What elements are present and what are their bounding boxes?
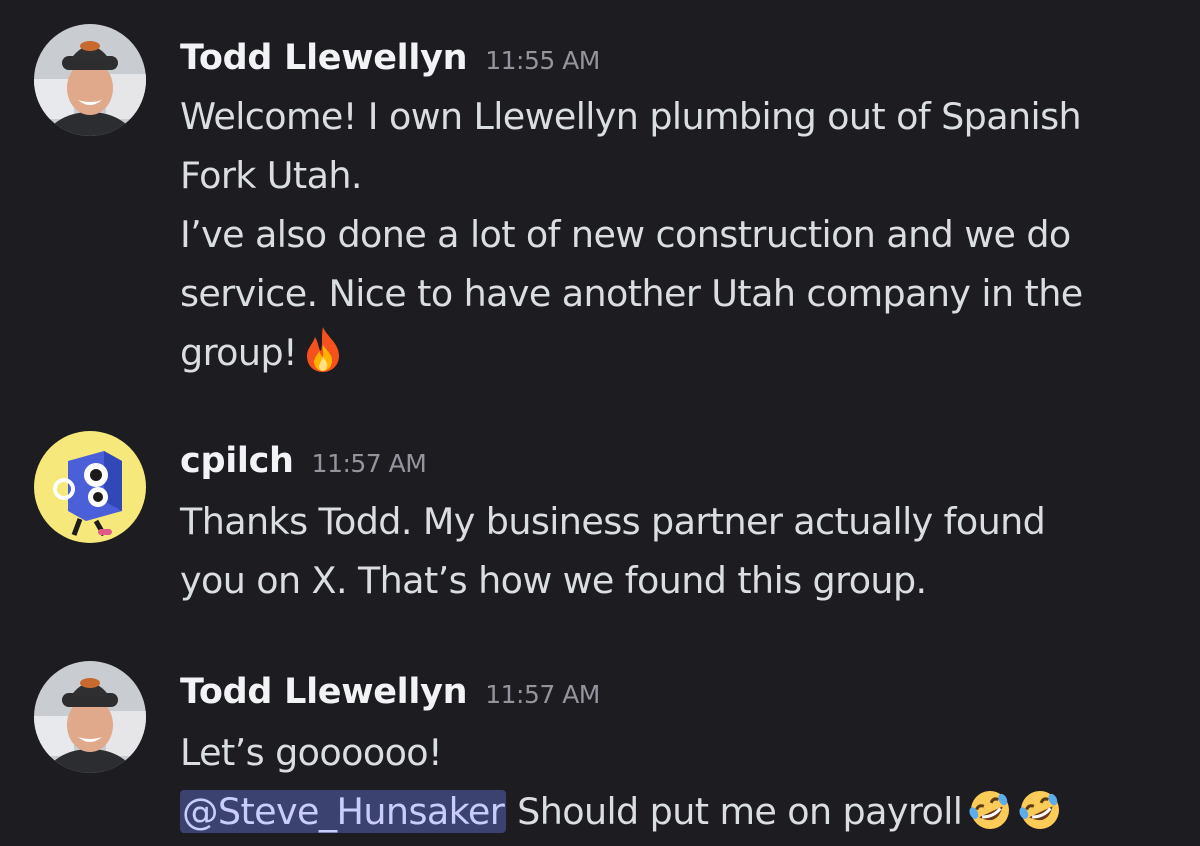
avatar[interactable] — [34, 431, 146, 543]
message-line: you on X. That’s how we found this group… — [180, 559, 927, 602]
message-content: Welcome! I own Llewellyn plumbing out of… — [180, 87, 1170, 390]
avatar[interactable] — [34, 661, 146, 773]
cube-character-icon — [34, 431, 146, 543]
avatar[interactable] — [34, 24, 146, 136]
user-mention[interactable]: @Steve_Hunsaker — [180, 790, 507, 833]
user-photo-icon — [34, 661, 146, 773]
message-line: Welcome! I own Llewellyn plumbing out of… — [180, 95, 1082, 138]
message-line: Let’s goooooo! — [180, 731, 443, 774]
message-line: Thanks Todd. My business partner actuall… — [180, 500, 1046, 543]
message-line: group! — [180, 331, 298, 374]
user-photo-icon — [34, 24, 146, 136]
chat-log: Todd Llewellyn 11:55 AM Welcome! I own Ll… — [0, 0, 1200, 846]
message-line: Fork Utah. — [180, 154, 363, 197]
timestamp: 11:55 AM — [485, 46, 600, 75]
username[interactable]: Todd Llewellyn — [180, 672, 468, 712]
message-line: service. Nice to have another Utah compa… — [180, 272, 1083, 315]
username[interactable]: Todd Llewellyn — [180, 38, 468, 78]
timestamp: 11:57 AM — [311, 449, 427, 478]
username[interactable]: cpilch — [180, 441, 294, 481]
fire-icon — [301, 325, 345, 390]
message-line: I’ve also done a lot of new construction… — [180, 213, 1071, 256]
message-line: Should put me on payroll — [506, 790, 963, 833]
message-content: Let’s goooooo! @Steve_Hunsaker Should pu… — [180, 723, 1170, 846]
message-content: Thanks Todd. My business partner actuall… — [180, 492, 1170, 610]
timestamp: 11:57 AM — [485, 680, 600, 709]
rofl-icon — [1016, 788, 1066, 846]
rofl-icon — [966, 788, 1016, 846]
